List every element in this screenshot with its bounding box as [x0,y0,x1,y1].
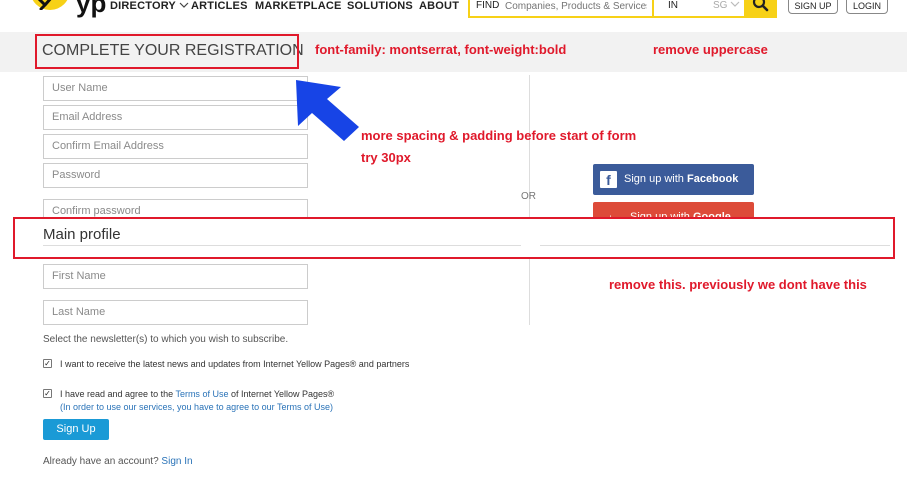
username-field[interactable]: User Name [43,76,308,101]
nav-marketplace[interactable]: MARKETPLACE [255,0,342,13]
nav-directory[interactable]: DIRECTORY [110,0,189,13]
annotation-box-title [35,34,299,69]
signin-prefix: Already have an account? [43,456,162,467]
chevron-down-icon [730,1,740,7]
terms-checkbox[interactable]: ✓ [43,389,52,398]
search-input[interactable] [505,0,647,13]
last-name-field[interactable]: Last Name [43,300,308,325]
signup-header-button[interactable]: SIGN UP [788,0,838,14]
search-button[interactable] [744,0,777,18]
or-separator: OR [521,191,536,202]
newsletter-option-label: I want to receive the latest news and up… [60,359,410,369]
location-value: SG [713,0,728,11]
nav-about[interactable]: ABOUT [419,0,459,13]
signin-prompt: Already have an account? Sign In [43,456,193,468]
facebook-signup-button[interactable]: f Sign up with Facebook [593,164,754,195]
location-select[interactable]: SG [713,0,740,12]
terms-suffix: of Internet Yellow Pages® [228,389,335,399]
arrow-annotation-icon [296,80,359,141]
annotation-box-profile [13,217,895,259]
newsletter-checkbox[interactable]: ✓ [43,359,52,368]
facebook-icon: f [600,171,617,188]
facebook-button-brand: Facebook [686,173,739,185]
login-button[interactable]: LOGIN [846,0,888,14]
find-label: FIND [476,0,500,11]
terms-of-use-link[interactable]: Terms of Use [175,389,228,399]
nav-articles[interactable]: ARTICLES [191,0,248,13]
signup-button[interactable]: Sign Up [43,419,109,440]
chevron-down-icon [179,2,189,8]
facebook-button-prefix: Sign up with [624,173,687,185]
annotation-spacing-note: more spacing & padding before start of f… [361,128,637,143]
terms-prefix: I have read and agree to the [60,389,176,399]
location-label: IN [668,0,678,11]
newsletter-prompt: Select the newsletter(s) to which you wi… [43,334,289,345]
terms-label: I have read and agree to the Terms of Us… [60,388,334,400]
annotation-uppercase-note: remove uppercase [653,42,768,57]
confirm-email-field[interactable]: Confirm Email Address [43,134,308,159]
annotation-remove-note: remove this. previously we dont have thi… [609,277,867,292]
nav-solutions[interactable]: SOLUTIONS [347,0,413,13]
email-field[interactable]: Email Address [43,105,308,130]
terms-note: (In order to use our services, you have … [60,402,333,412]
first-name-field[interactable]: First Name [43,264,308,289]
logo[interactable]: yp [76,0,106,16]
annotation-font-note: font-family: montserrat, font-weight:bol… [315,42,567,57]
walking-fingers-icon [36,0,56,15]
signin-link[interactable]: Sign In [161,456,192,467]
annotation-spacing-note-2: try 30px [361,150,411,165]
password-field[interactable]: Password [43,163,308,188]
search-icon [752,0,769,12]
nav-directory-label: DIRECTORY [110,0,176,12]
